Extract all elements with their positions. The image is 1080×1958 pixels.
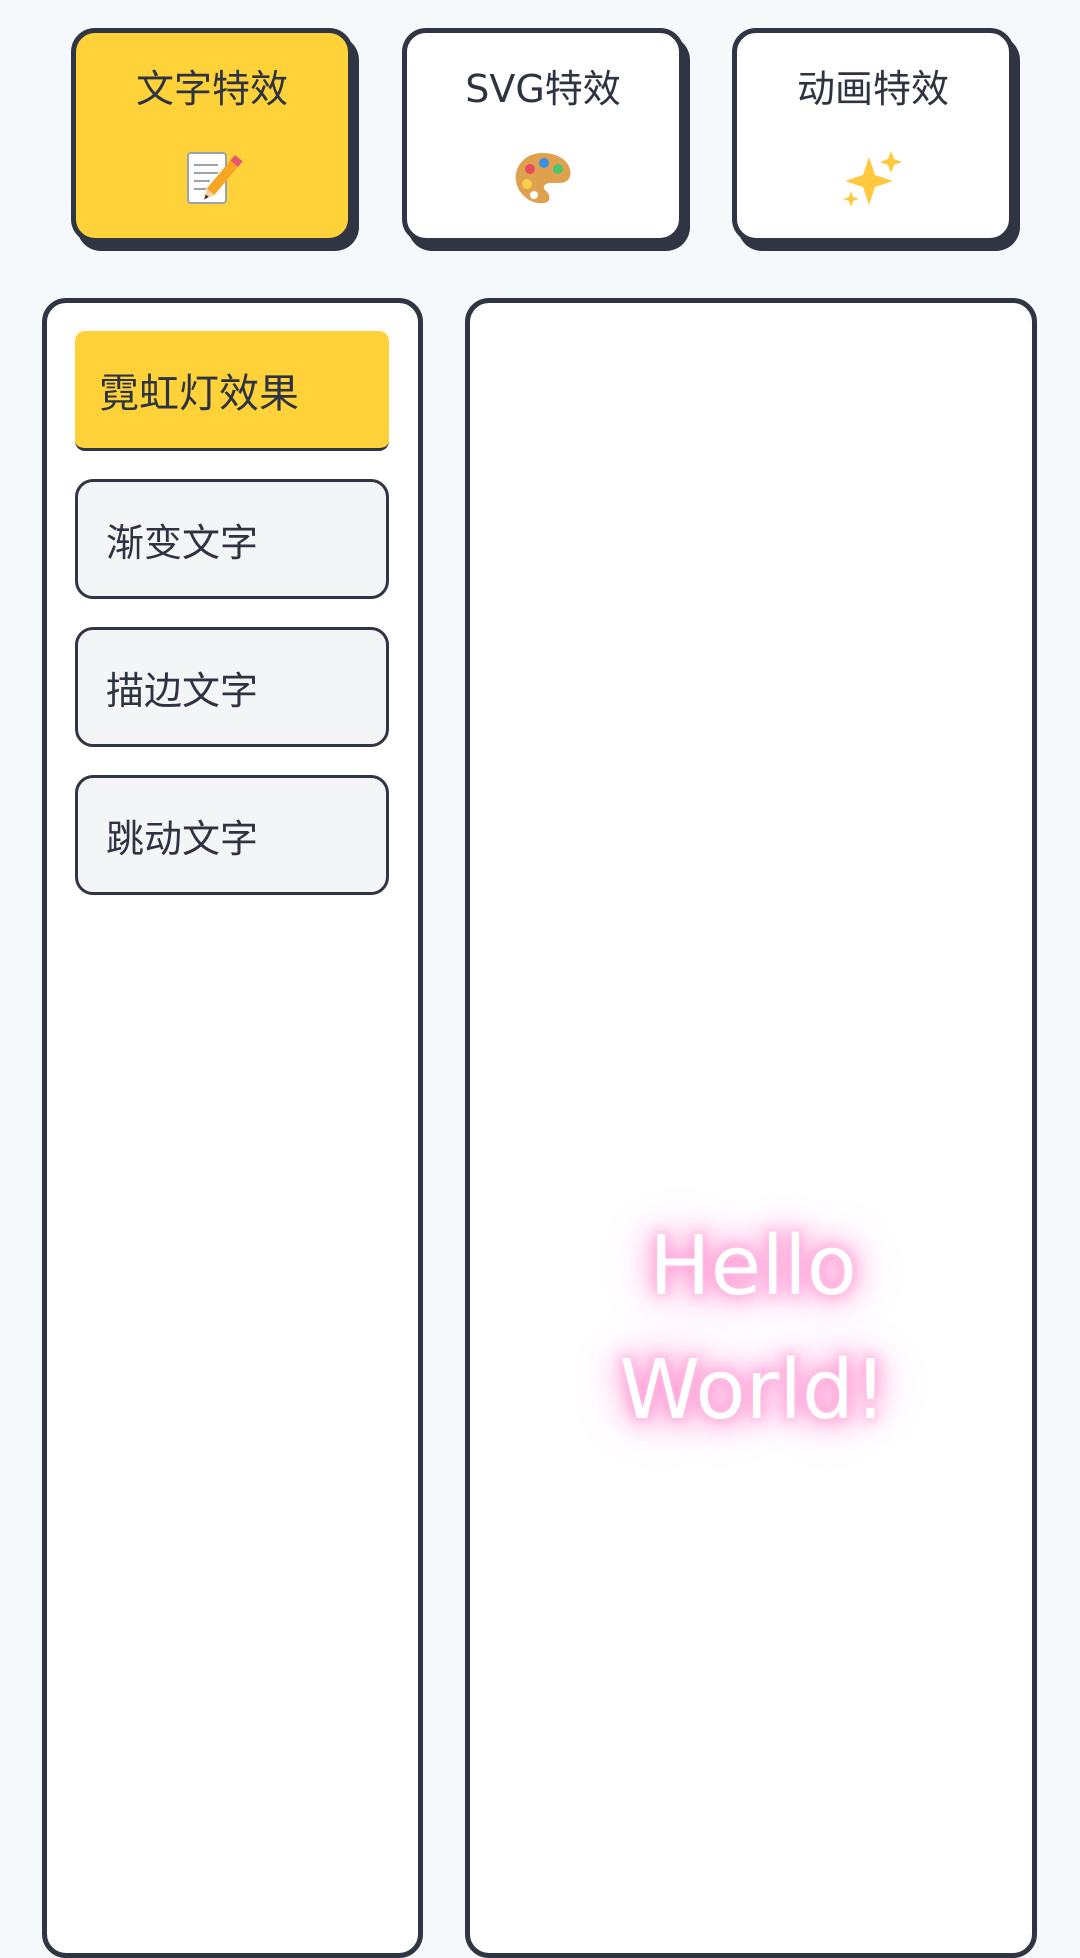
effect-category-tabs: 文字特效 SVG特效 动画特效: [71, 28, 1018, 246]
effect-preview-panel: Hello World!: [465, 298, 1037, 1958]
tab-label: 动画特效: [796, 67, 949, 111]
effect-item-label: 渐变文字: [106, 520, 259, 565]
neon-preview-text: Hello World!: [588, 1205, 918, 1453]
memo-pencil-icon: [76, 141, 348, 213]
neon-preview-line-2: World!: [619, 1343, 887, 1438]
effect-item-neon[interactable]: 霓虹灯效果: [75, 331, 389, 451]
tab-label: SVG特效: [465, 67, 621, 111]
effect-item-label: 跳动文字: [106, 816, 259, 861]
tab-label: 文字特效: [135, 67, 288, 111]
tab-svg-effects[interactable]: SVG特效: [402, 28, 684, 243]
neon-preview-line-1: Hello: [649, 1219, 857, 1314]
effect-item-label: 描边文字: [106, 668, 259, 713]
effect-item-bouncing-text[interactable]: 跳动文字: [75, 775, 389, 895]
artist-palette-icon: [407, 141, 679, 213]
effect-list-panel: 霓虹灯效果 渐变文字 描边文字 跳动文字: [42, 298, 423, 1958]
effect-item-stroke-text[interactable]: 描边文字: [75, 627, 389, 747]
tab-text-effects[interactable]: 文字特效: [71, 28, 353, 243]
sparkles-icon: [737, 141, 1009, 213]
effect-item-label: 霓虹灯效果: [99, 370, 299, 417]
tab-animation-effects[interactable]: 动画特效: [732, 28, 1014, 243]
effect-item-gradient-text[interactable]: 渐变文字: [75, 479, 389, 599]
